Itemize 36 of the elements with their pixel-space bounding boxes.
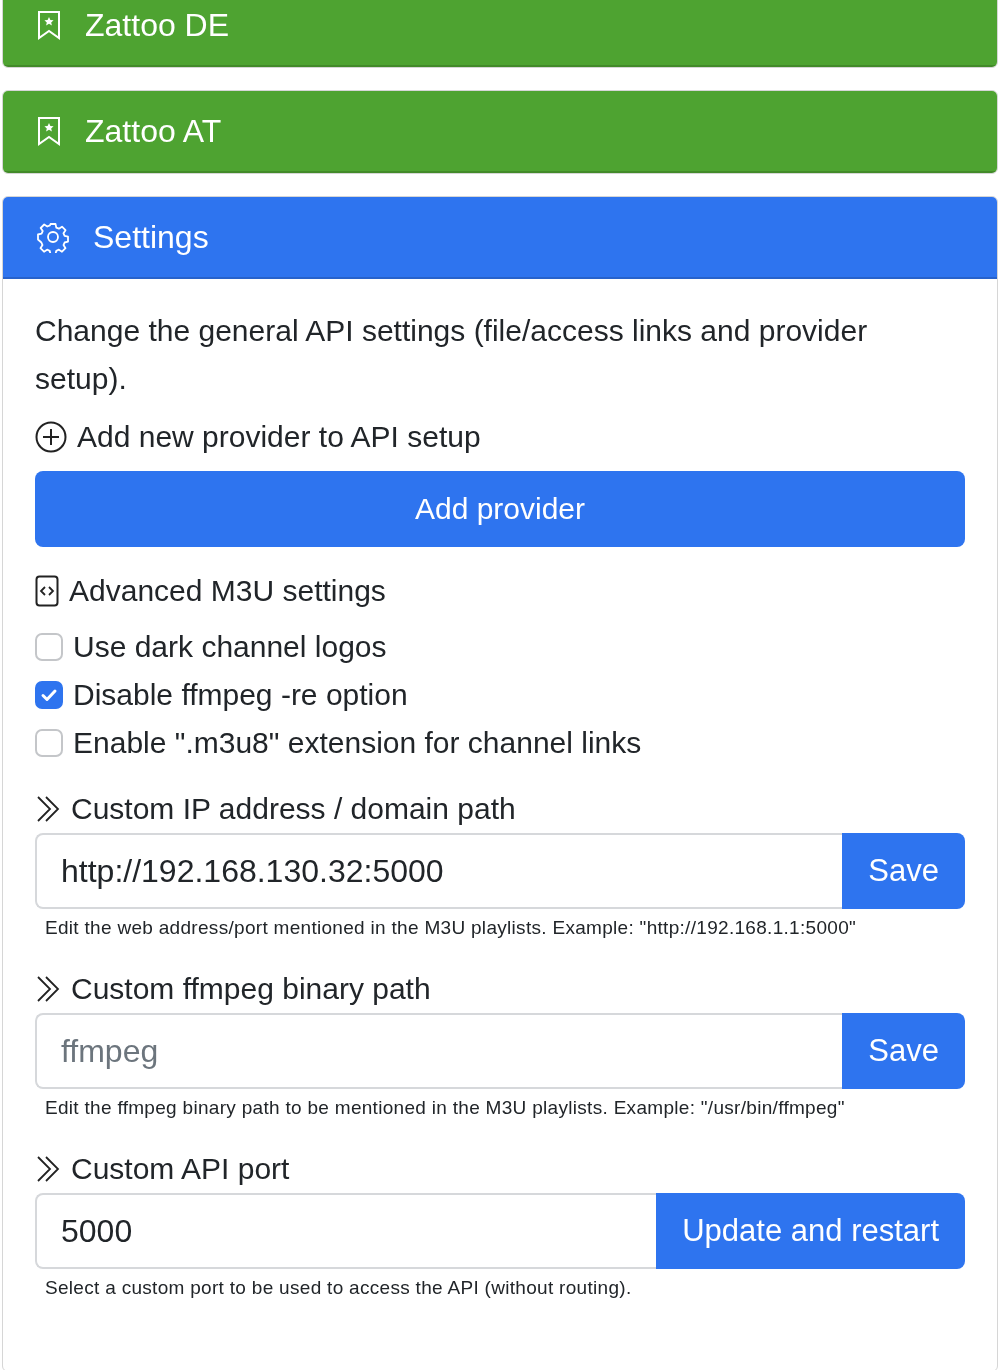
provider-header[interactable]: Zattoo AT — [3, 91, 997, 173]
provider-title: Zattoo AT — [85, 112, 222, 150]
add-provider-button[interactable]: Add provider — [35, 471, 965, 547]
submit-button[interactable]: Save — [842, 833, 965, 909]
checkbox-label: Disable ffmpeg -re option — [73, 677, 408, 713]
checkbox[interactable] — [35, 681, 63, 709]
code-file-icon — [35, 575, 59, 607]
checkbox[interactable] — [35, 633, 63, 661]
description-text: Change the general API settings (file/access links and provider setup). — [35, 313, 869, 397]
field-label: Custom ffmpeg binary path — [71, 971, 431, 1007]
help-text: Select a custom port to be used to access the API (without routing). — [45, 1277, 633, 1299]
input-field[interactable]: http://192.168.130.32:5000 — [35, 833, 843, 909]
help-text: Edit the web address/port mentioned in the M3U playlists. Example: "http://192.168.1.1:5000" — [45, 917, 858, 939]
input-field[interactable]: ffmpeg — [35, 1013, 843, 1089]
provider-header[interactable]: Zattoo DE — [3, 0, 997, 67]
field-label: Custom IP address / domain path — [71, 791, 516, 827]
section-heading: Advanced M3U settings — [69, 573, 386, 609]
settings-icon — [37, 221, 69, 253]
provider-title: Zattoo DE — [85, 6, 230, 44]
plus-circle-icon — [35, 421, 67, 453]
settings-title: Settings — [93, 218, 209, 256]
bookmark-star-icon — [37, 10, 61, 40]
double-chevron-icon — [35, 1155, 61, 1183]
submit-button[interactable]: Save — [842, 1013, 965, 1089]
checkbox-label: Use dark channel logos — [73, 629, 387, 665]
checkbox[interactable] — [35, 729, 63, 757]
double-chevron-icon — [35, 795, 61, 823]
section-heading: Add new provider to API setup — [77, 419, 481, 455]
input-field[interactable]: 5000 — [35, 1193, 657, 1269]
settings-header[interactable]: Settings — [3, 197, 997, 279]
submit-button[interactable]: Update and restart — [656, 1193, 965, 1269]
field-label: Custom API port — [71, 1151, 290, 1187]
bookmark-star-icon — [37, 116, 61, 146]
checkbox-label: Enable ".m3u8" extension for channel links — [73, 725, 642, 761]
help-text: Edit the ffmpeg binary path to be mentioned in the M3U playlists. Example: "/usr/bin/ffmpeg" — [45, 1097, 846, 1119]
double-chevron-icon — [35, 975, 61, 1003]
